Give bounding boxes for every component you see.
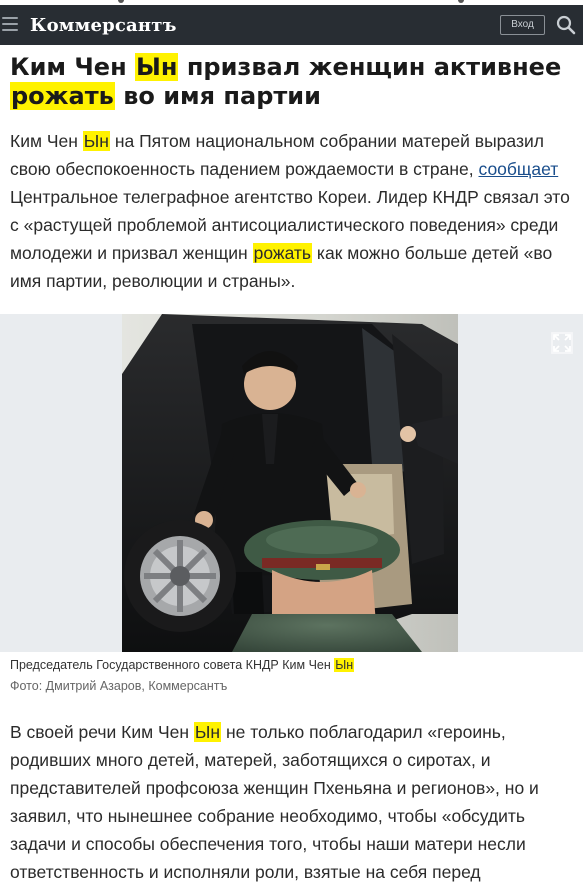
article-headline: Ким Чен Ын призвал женщин активнее рожат… (10, 53, 562, 110)
article-photo-block (0, 314, 583, 652)
strip-dot (458, 0, 464, 3)
search-highlight: Ын (334, 658, 355, 672)
search-highlight: рожать (252, 243, 313, 263)
fullscreen-expand-icon[interactable] (551, 332, 573, 354)
article-lead-paragraph: Ким Чен Ын на Пятом национальном собрани… (10, 131, 570, 291)
article-photo[interactable] (122, 314, 458, 652)
source-link[interactable]: сообщает (479, 159, 559, 179)
search-highlight: Ын (82, 131, 110, 151)
photo-credit: Фото: Дмитрий Азаров, Коммерсантъ (10, 679, 228, 693)
strip-dot (118, 0, 124, 3)
search-highlight: Ын (193, 722, 222, 742)
hamburger-menu-icon[interactable] (2, 17, 18, 31)
photo-caption: Председатель Государственного совета КНД… (10, 658, 355, 672)
site-header: Коммерсантъ Вход (0, 5, 583, 45)
login-button[interactable]: Вход (500, 15, 545, 35)
site-logo[interactable]: Коммерсантъ (30, 15, 177, 36)
search-highlight: рожать (10, 82, 115, 110)
article-body-paragraph: В своей речи Ким Чен Ын не только поблаг… (10, 722, 539, 882)
search-icon[interactable] (555, 14, 577, 36)
search-highlight: Ын (135, 53, 179, 81)
